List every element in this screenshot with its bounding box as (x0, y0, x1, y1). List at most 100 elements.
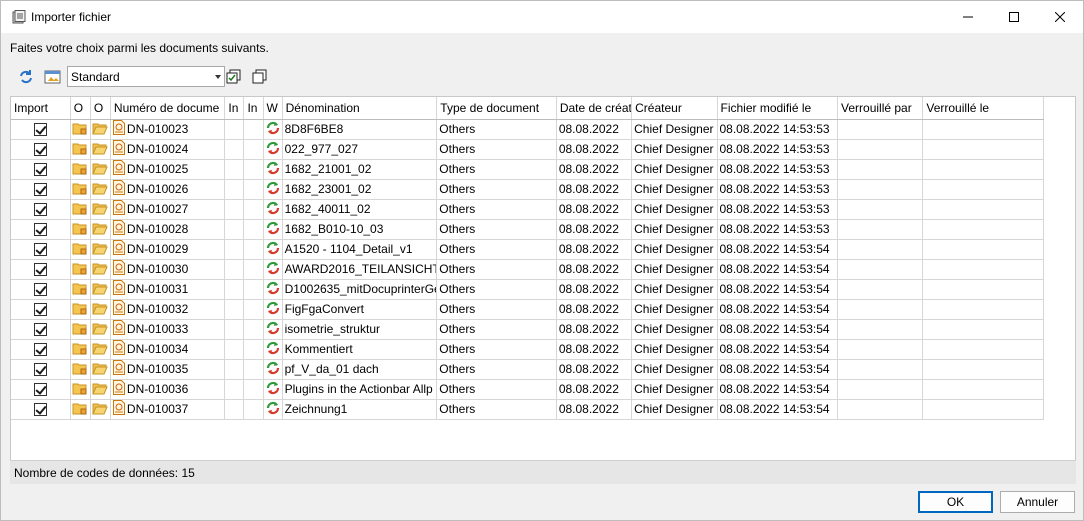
import-checkbox[interactable] (33, 383, 47, 397)
table-row[interactable]: DN-010035 pf_V_da_01 dach Others 08.08.2022… (11, 359, 1044, 380)
locked-folder-cell (70, 199, 91, 220)
creator-cell: Chief Designer (631, 179, 718, 200)
table-row[interactable]: DN-010030AWARD2016_TEILANSICHT_EOthers08… (11, 259, 1044, 280)
deselect-all-icon[interactable] (251, 68, 269, 86)
column-header[interactable]: Fichier modifié le (717, 97, 839, 120)
column-header[interactable]: Type de document (436, 97, 557, 120)
table-row[interactable]: DN-010031 D1002635_mitDocuprinterGe Others… (11, 279, 1044, 300)
table-row[interactable]: DN-010023 8D8F6BE8 Others 08.08.2022 Chief D… (11, 119, 1044, 140)
locked-folder-icon (72, 381, 88, 398)
table-row[interactable]: DN-010028 1682_B010-10_03 Others 08.08.2022… (11, 219, 1044, 240)
import-checkbox-cell[interactable] (11, 399, 71, 420)
modified-date-cell: 08.08.2022 14:53:54 (717, 259, 839, 280)
in-cell (243, 219, 264, 240)
import-checkbox[interactable] (33, 123, 47, 137)
view-settings-icon[interactable] (44, 68, 62, 86)
table-row[interactable]: DN-010033 isometrie_struktur Others 08.08.2… (11, 319, 1044, 340)
document-type-cell: Others (436, 319, 557, 340)
document-type-cell: Others (436, 119, 557, 140)
import-checkbox[interactable] (33, 163, 47, 177)
column-header[interactable]: Numéro de docume (110, 97, 226, 120)
table-row[interactable]: DN-010036 Plugins in the Actionbar Allp Ot… (11, 379, 1044, 400)
table-row[interactable]: DN-010024 022_977_027 Others 08.08.2022 Chie… (11, 139, 1044, 160)
import-file-dialog: Importer fichier Faites votre choix parm… (0, 0, 1084, 521)
close-button[interactable] (1037, 1, 1083, 33)
creator-cell: Chief Designer (631, 119, 718, 140)
import-checkbox-cell[interactable] (11, 319, 71, 340)
ok-button[interactable]: OK (918, 491, 993, 513)
import-checkbox-cell[interactable] (11, 139, 71, 160)
view-select[interactable]: Standard (67, 66, 225, 87)
import-checkbox-cell[interactable] (11, 299, 71, 320)
locked-folder-icon (72, 201, 88, 218)
import-checkbox-cell[interactable] (11, 179, 71, 200)
import-checkbox[interactable] (33, 183, 47, 197)
in-cell (243, 299, 264, 320)
column-header[interactable]: Verrouillé par (837, 97, 924, 120)
table-row[interactable]: DN-010029 A1520 - 1104_Detail_v1 Others 08.… (11, 239, 1044, 260)
import-checkbox-cell[interactable] (11, 339, 71, 360)
import-checkbox[interactable] (33, 283, 47, 297)
table-row[interactable]: DN-010025 1682_21001_02 Others 08.08.2022 Ch… (11, 159, 1044, 180)
import-checkbox-cell[interactable] (11, 119, 71, 140)
table-row[interactable]: DN-010027 1682_40011_02 Others 08.08.2022 Ch… (11, 199, 1044, 220)
import-checkbox[interactable] (33, 403, 47, 417)
table-row[interactable]: DN-010032 FigFgaConvert Others 08.08.2022 Ch… (11, 299, 1044, 320)
column-header[interactable]: In (224, 97, 245, 120)
document-icon (112, 160, 125, 178)
column-header[interactable]: In (243, 97, 264, 120)
import-checkbox-cell[interactable] (11, 259, 71, 280)
import-checkbox[interactable] (33, 263, 47, 277)
locked-by-cell (837, 279, 924, 300)
column-header[interactable]: Date de créat (556, 97, 633, 120)
table-row[interactable]: DN-010037 Zeichnung1 Others 08.08.2022 Chief… (11, 399, 1044, 420)
designation-cell: isometrie_struktur (282, 319, 438, 340)
import-checkbox-cell[interactable] (11, 199, 71, 220)
document-type-cell: Others (436, 139, 557, 160)
locked-on-cell (922, 219, 1044, 240)
column-header[interactable]: Dénomination (282, 97, 438, 120)
column-header[interactable]: Créateur (631, 97, 718, 120)
document-type-cell: Others (436, 219, 557, 240)
column-header[interactable]: Verrouillé le (922, 97, 1044, 120)
import-checkbox[interactable] (33, 363, 47, 377)
import-checkbox[interactable] (33, 343, 47, 357)
locked-by-cell (837, 119, 924, 140)
import-checkbox[interactable] (33, 323, 47, 337)
import-checkbox-cell[interactable] (11, 379, 71, 400)
maximize-button[interactable] (991, 1, 1037, 33)
creation-date-cell: 08.08.2022 (556, 139, 633, 160)
cancel-button[interactable]: Annuler (1000, 491, 1075, 513)
locked-folder-cell (70, 139, 91, 160)
import-checkbox-cell[interactable] (11, 239, 71, 260)
locked-folder-cell (70, 379, 91, 400)
import-checkbox-cell[interactable] (11, 279, 71, 300)
select-all-icon[interactable] (225, 68, 243, 86)
document-number: DN-010031 (126, 282, 189, 296)
import-checkbox-cell[interactable] (11, 159, 71, 180)
column-header[interactable]: Import (11, 97, 71, 120)
document-type-cell: Others (436, 379, 557, 400)
open-folder-icon (92, 201, 109, 218)
document-number-cell: DN-010030 (110, 259, 226, 280)
import-checkbox-cell[interactable] (11, 359, 71, 380)
import-checkbox[interactable] (33, 203, 47, 217)
import-checkbox[interactable] (33, 223, 47, 237)
table-row[interactable]: DN-010034 Kommentiert Others 08.08.2022 Chie… (11, 339, 1044, 360)
import-checkbox[interactable] (33, 243, 47, 257)
document-icon (112, 120, 125, 138)
refresh-icon[interactable] (17, 68, 35, 86)
table-row[interactable]: DN-010026 1682_23001_02 Others 08.08.2022 Ch… (11, 179, 1044, 200)
column-header[interactable]: O (90, 97, 111, 120)
locked-by-cell (837, 179, 924, 200)
import-checkbox[interactable] (33, 143, 47, 157)
document-number: DN-010037 (126, 402, 189, 416)
import-checkbox[interactable] (33, 303, 47, 317)
column-header[interactable]: W (263, 97, 283, 120)
workflow-cell (263, 379, 283, 400)
modified-date-cell: 08.08.2022 14:53:54 (717, 299, 839, 320)
column-header[interactable]: O (70, 97, 91, 120)
minimize-button[interactable] (945, 1, 991, 33)
import-checkbox-cell[interactable] (11, 219, 71, 240)
workflow-status-icon (265, 120, 281, 139)
